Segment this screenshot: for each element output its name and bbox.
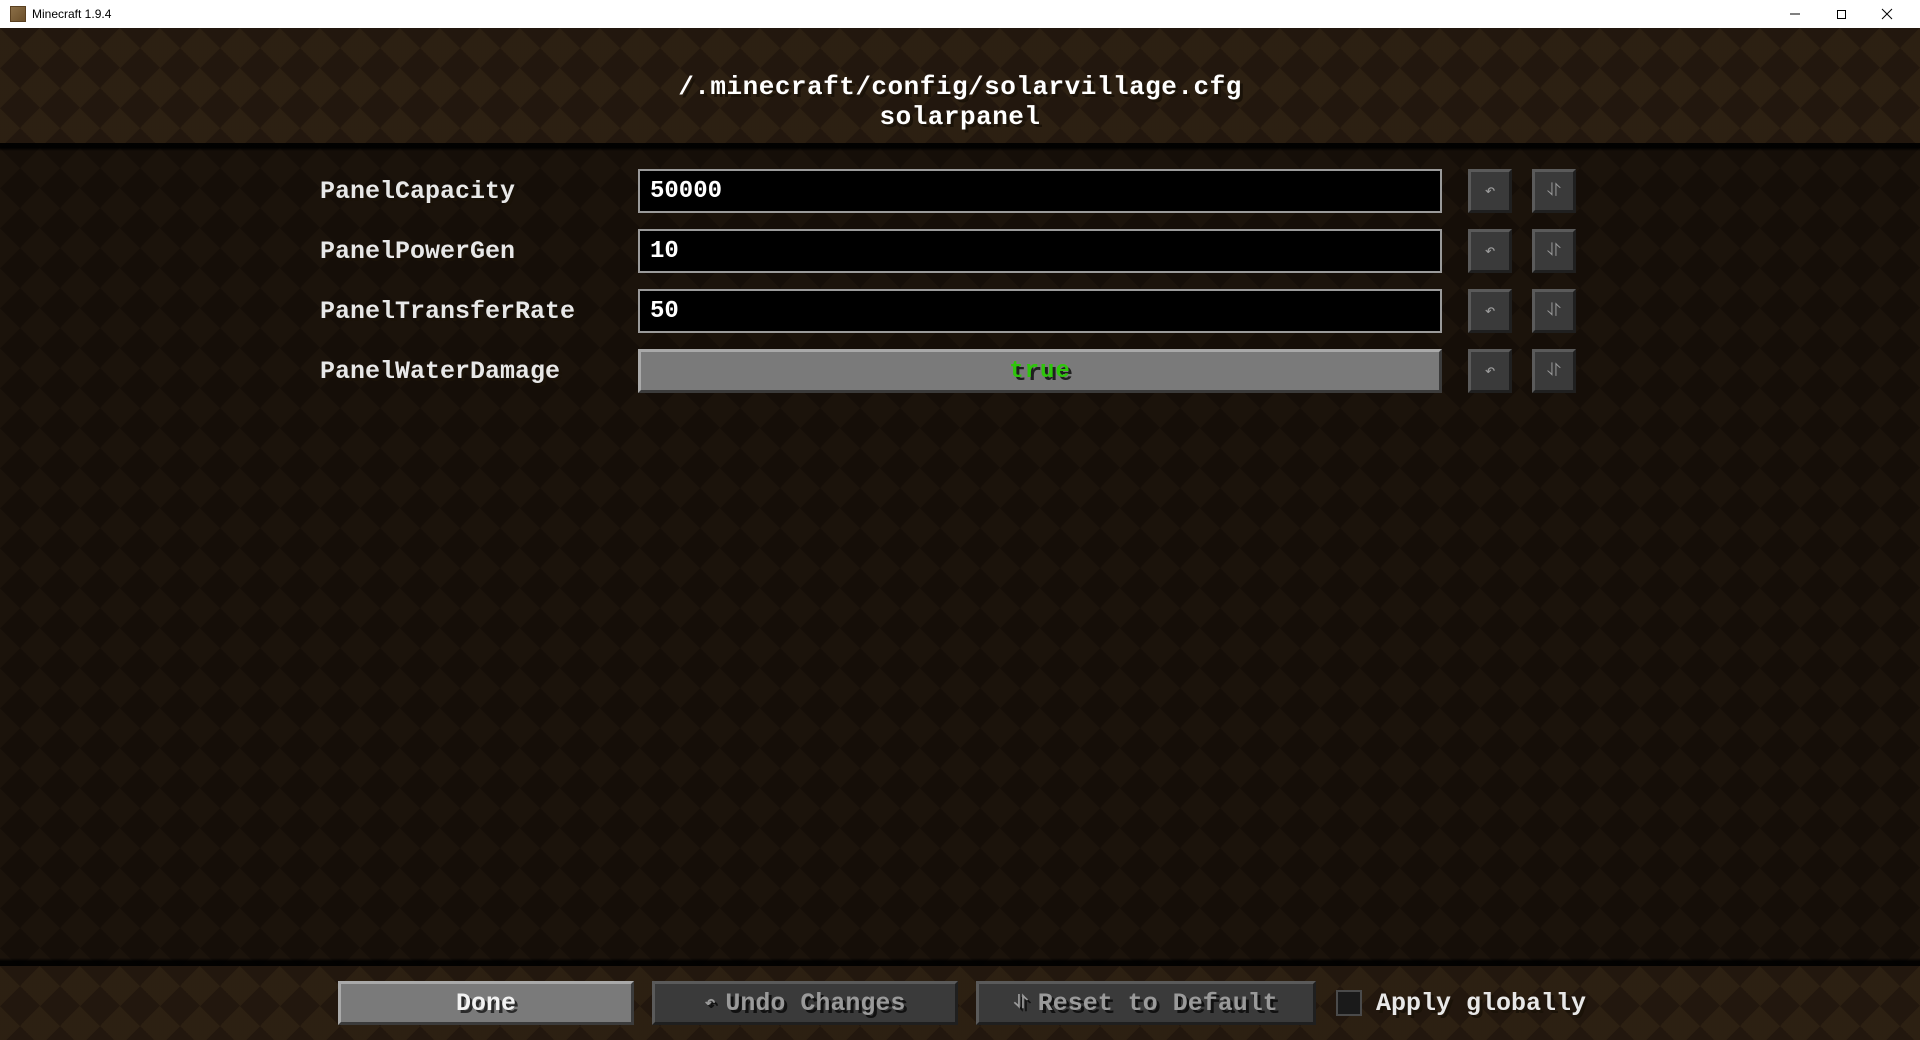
undo-icon: ↶	[1485, 360, 1496, 382]
row-undo-button[interactable]: ↶	[1468, 169, 1512, 213]
row-undo-button[interactable]: ↶	[1468, 229, 1512, 273]
undo-changes-label: Undo Changes	[725, 989, 905, 1018]
config-section: solarpanel	[0, 102, 1920, 132]
config-key-label: PanelCapacity	[320, 177, 620, 206]
config-key-label: PanelTransferRate	[320, 297, 620, 326]
config-path: /.minecraft/config/solarvillage.cfg	[0, 72, 1920, 102]
window-maximize-button[interactable]	[1818, 0, 1864, 28]
row-undo-button[interactable]: ↶	[1468, 349, 1512, 393]
config-key-label: PanelWaterDamage	[320, 357, 620, 386]
undo-icon: ↶	[705, 992, 716, 1014]
reset-icon: ⥯	[1547, 181, 1560, 202]
row-reset-button[interactable]: ⥯	[1532, 289, 1576, 333]
row-undo-button[interactable]: ↶	[1468, 289, 1512, 333]
row-reset-button[interactable]: ⥯	[1532, 169, 1576, 213]
undo-icon: ↶	[1485, 180, 1496, 202]
window-title: Minecraft 1.9.4	[32, 7, 111, 21]
row-reset-button[interactable]: ⥯	[1532, 229, 1576, 273]
config-value-input[interactable]	[638, 229, 1442, 273]
reset-icon: ⥯	[1547, 301, 1560, 322]
app-icon	[10, 6, 26, 22]
apply-globally-wrap: Apply globally	[1336, 989, 1586, 1018]
config-value-toggle[interactable]: true	[638, 349, 1442, 393]
game-viewport: /.minecraft/config/solarvillage.cfg sola…	[0, 28, 1920, 1040]
reset-default-label: Reset to Default	[1038, 989, 1278, 1018]
row-reset-button[interactable]: ⥯	[1532, 349, 1576, 393]
config-row: PanelWaterDamage true ↶ ⥯	[0, 341, 1920, 401]
undo-changes-button[interactable]: ↶ Undo Changes	[652, 981, 958, 1025]
window-minimize-button[interactable]	[1772, 0, 1818, 28]
reset-icon: ⥯	[1014, 993, 1027, 1014]
apply-globally-label: Apply globally	[1376, 989, 1586, 1018]
reset-icon: ⥯	[1547, 241, 1560, 262]
shadow-bottom	[0, 958, 1920, 966]
config-footer: Done ↶ Undo Changes ⥯ Reset to Default A…	[0, 966, 1920, 1040]
config-value-input[interactable]	[638, 169, 1442, 213]
shadow-top	[0, 143, 1920, 151]
window-close-button[interactable]	[1864, 0, 1910, 28]
apply-globally-checkbox[interactable]	[1336, 990, 1362, 1016]
undo-icon: ↶	[1485, 300, 1496, 322]
done-button[interactable]: Done	[338, 981, 634, 1025]
config-header: /.minecraft/config/solarvillage.cfg sola…	[0, 28, 1920, 143]
config-row: PanelPowerGen ↶ ⥯	[0, 221, 1920, 281]
config-row: PanelTransferRate ↶ ⥯	[0, 281, 1920, 341]
config-key-label: PanelPowerGen	[320, 237, 620, 266]
config-value-input[interactable]	[638, 289, 1442, 333]
undo-icon: ↶	[1485, 240, 1496, 262]
reset-icon: ⥯	[1547, 361, 1560, 382]
reset-default-button[interactable]: ⥯ Reset to Default	[976, 981, 1316, 1025]
config-row: PanelCapacity ↶ ⥯	[0, 161, 1920, 221]
config-list: PanelCapacity ↶ ⥯ PanelPowerGen ↶ ⥯ Pane…	[0, 143, 1920, 966]
window-titlebar: Minecraft 1.9.4	[0, 0, 1920, 28]
